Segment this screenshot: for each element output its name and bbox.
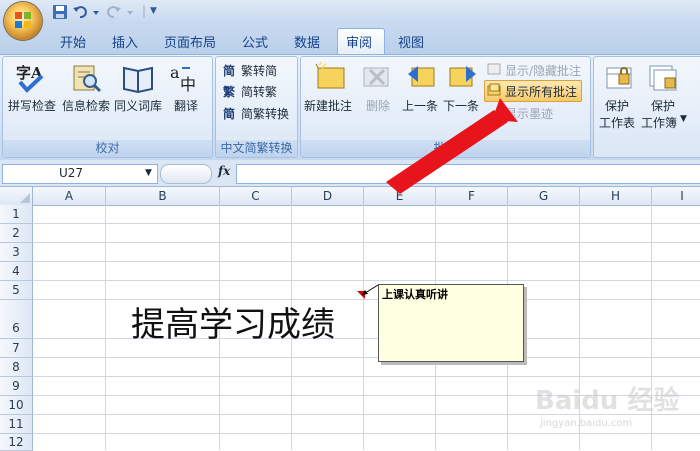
row-header-5[interactable]: 5 — [0, 281, 33, 300]
office-button[interactable] — [4, 2, 42, 40]
to-simplified-button[interactable]: 繁转简 — [241, 62, 277, 79]
show-hide-comment-button[interactable]: 显示/隐藏批注 — [505, 62, 581, 79]
protect-sheet-label-1[interactable]: 保护 — [605, 97, 629, 114]
row-header-9[interactable]: 9 — [0, 377, 33, 396]
protect-workbook-icon — [649, 65, 677, 91]
chinese-conversion-group-label: 中文简繁转换 — [216, 140, 297, 157]
redo-dropdown-icon[interactable] — [126, 4, 134, 20]
conversion-button[interactable]: 简繁转换 — [241, 105, 289, 122]
tab-page-layout[interactable]: 页面布局 — [164, 32, 216, 51]
row-header-11[interactable]: 11 — [0, 415, 33, 434]
delete-comment-icon — [363, 67, 389, 87]
row-header-10[interactable]: 10 — [0, 396, 33, 415]
column-header-h[interactable]: H — [580, 187, 652, 205]
redo-icon[interactable] — [106, 4, 122, 20]
proofing-group-label: 校对 — [3, 140, 212, 157]
undo-icon[interactable] — [72, 4, 88, 20]
undo-dropdown-icon[interactable] — [92, 4, 100, 20]
column-header-b[interactable]: B — [106, 187, 220, 205]
svg-text:a: a — [170, 63, 180, 82]
column-header-d[interactable]: D — [292, 187, 364, 205]
row-header-8[interactable]: 8 — [0, 358, 33, 377]
select-all-corner[interactable] — [0, 187, 33, 205]
comment-text: 上课认真听讲 — [382, 288, 448, 301]
tab-view[interactable]: 视图 — [398, 32, 424, 51]
protect-workbook-label-2[interactable]: 工作簿 — [641, 114, 677, 131]
translate-icon: a 中 — [170, 63, 196, 94]
protect-workbook-label-1[interactable]: 保护 — [651, 97, 675, 114]
title-bar — [0, 0, 700, 24]
to-traditional-button[interactable]: 简转繁 — [241, 83, 277, 100]
column-header-c[interactable]: C — [220, 187, 292, 205]
research-button[interactable]: 信息检索 — [62, 97, 110, 114]
select-all-icon — [20, 193, 30, 203]
watermark-logo: Baidu 经验 — [535, 386, 680, 416]
to-simplified-icon: 简 — [223, 64, 236, 78]
translate-button[interactable]: 翻译 — [174, 97, 198, 114]
conversion-icon: 简 — [223, 107, 236, 121]
cell-b6-text[interactable]: 提高学习成绩 — [131, 297, 335, 346]
tab-home[interactable]: 开始 — [60, 32, 86, 51]
tab-review[interactable]: 审阅 — [346, 32, 372, 51]
row-header-12[interactable]: 12 — [0, 434, 33, 451]
svg-text:中: 中 — [180, 75, 196, 94]
next-comment-icon — [449, 66, 476, 87]
row-header-6[interactable]: 6 — [0, 300, 33, 339]
spelling-check-icon: 字A — [16, 64, 44, 93]
spelling-check-button[interactable]: 拼写检查 — [8, 97, 56, 114]
to-traditional-icon: 繁 — [223, 85, 236, 99]
protect-sheet-label-2[interactable]: 工作表 — [599, 114, 635, 131]
name-box-dropdown-icon[interactable]: ▼ — [145, 168, 152, 178]
tab-data[interactable]: 数据 — [294, 32, 320, 51]
protect-sheet-icon — [606, 67, 632, 89]
thesaurus-button[interactable]: 同义词库 — [114, 97, 162, 114]
column-header-i[interactable]: I — [652, 187, 700, 205]
tab-insert[interactable]: 插入 — [112, 32, 138, 51]
tab-formulas[interactable]: 公式 — [242, 32, 268, 51]
protect-workbook-dropdown-icon[interactable]: ▼ — [680, 114, 687, 124]
red-arrow-annotation — [386, 98, 518, 194]
column-header-a[interactable]: A — [33, 187, 106, 205]
watermark-url: jingyan.baidu.com — [540, 418, 633, 429]
row-header-7[interactable]: 7 — [0, 339, 33, 358]
new-comment-icon — [315, 62, 345, 89]
name-box[interactable]: U27 ▼ — [2, 164, 158, 184]
insert-function-icon[interactable]: fx — [218, 164, 230, 178]
row-header-3[interactable]: 3 — [0, 243, 33, 262]
previous-comment-icon — [408, 66, 435, 87]
show-all-comments-icon — [487, 83, 501, 96]
save-icon[interactable] — [52, 4, 68, 20]
formula-bar-splitter[interactable] — [160, 164, 212, 184]
row-header-2[interactable]: 2 — [0, 224, 33, 243]
new-comment-button[interactable]: 新建批注 — [304, 97, 352, 114]
customize-quick-access-icon[interactable]: ▼ — [150, 6, 157, 16]
thesaurus-icon — [123, 66, 153, 94]
row-header-4[interactable]: 4 — [0, 262, 33, 281]
name-box-value: U27 — [59, 166, 84, 180]
research-icon — [73, 65, 102, 93]
show-hide-comment-icon — [487, 63, 501, 75]
row-header-1[interactable]: 1 — [0, 205, 33, 224]
office-logo-icon — [15, 12, 31, 28]
